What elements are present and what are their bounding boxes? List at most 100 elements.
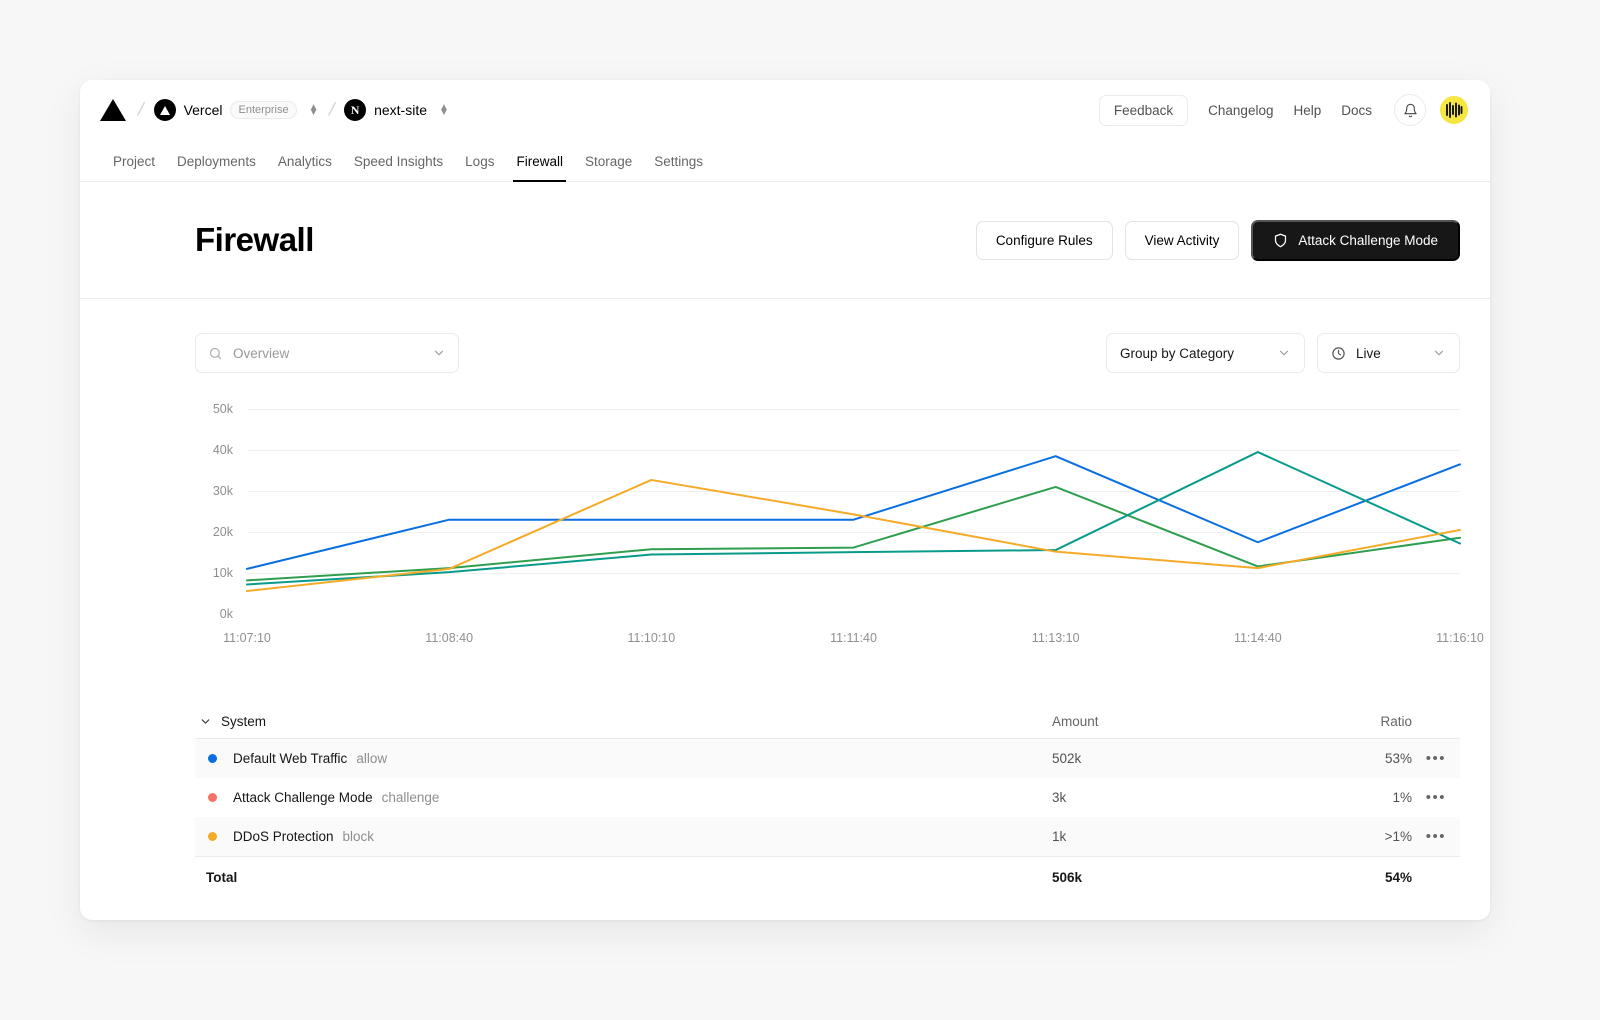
- rule-ratio: 53%: [1292, 751, 1412, 766]
- chevron-down-icon[interactable]: [1432, 346, 1446, 360]
- group-by-label: Group by Category: [1120, 346, 1267, 361]
- project-name: next-site: [374, 102, 427, 118]
- total-label: Total: [195, 870, 1052, 885]
- chevron-down-icon[interactable]: [432, 346, 446, 360]
- page-content: Overview Group by Category Live: [80, 299, 1490, 898]
- nav-tabs: Project Deployments Analytics Speed Insi…: [80, 140, 1490, 182]
- column-header-ratio: Ratio: [1292, 714, 1412, 729]
- table-body: Default Web Trafficallow502k53%•••Attack…: [195, 739, 1460, 856]
- rule-ratio: 1%: [1292, 790, 1412, 805]
- rule-name-cell: Attack Challenge Mode challenge: [233, 790, 1052, 805]
- help-link[interactable]: Help: [1293, 103, 1321, 118]
- x-tick-label: 11:07:10: [223, 631, 271, 645]
- y-tick-label: 10k: [213, 566, 233, 580]
- rule-name: Default Web Traffic: [233, 751, 347, 766]
- rule-name-cell: DDoS Protectionblock: [233, 829, 1052, 844]
- rule-name-cell: Default Web Trafficallow: [233, 751, 1052, 766]
- user-avatar[interactable]: [1440, 96, 1468, 124]
- bell-icon: [1403, 103, 1418, 118]
- column-header-amount: Amount: [1052, 714, 1292, 729]
- chevron-down-icon[interactable]: [1277, 346, 1291, 360]
- y-tick-label: 50k: [213, 402, 233, 416]
- rule-action: challenge: [382, 790, 440, 805]
- changelog-link[interactable]: Changelog: [1208, 103, 1273, 118]
- rule-name: DDoS Protection: [233, 829, 334, 844]
- row-actions-button[interactable]: •••: [1412, 828, 1460, 845]
- x-tick-label: 11:10:10: [627, 631, 675, 645]
- docs-link[interactable]: Docs: [1341, 103, 1372, 118]
- y-tick-label: 30k: [213, 484, 233, 498]
- x-tick-label: 11:13:10: [1032, 631, 1080, 645]
- tab-analytics[interactable]: Analytics: [267, 154, 343, 181]
- table-header: System Amount Ratio: [195, 705, 1460, 739]
- feedback-button[interactable]: Feedback: [1099, 95, 1188, 126]
- table-row[interactable]: Attack Challenge Modechallenge3k1%•••: [195, 778, 1460, 817]
- tab-storage[interactable]: Storage: [574, 154, 643, 181]
- x-tick-label: 11:14:40: [1234, 631, 1282, 645]
- breadcrumb-team[interactable]: Vercel Enterprise ▲▼: [154, 99, 319, 121]
- shield-icon: [1273, 233, 1288, 248]
- filter-row: Overview Group by Category Live: [195, 299, 1460, 373]
- search-icon: [208, 346, 223, 361]
- rule-name: Attack Challenge Mode: [233, 790, 373, 805]
- column-header-system: System: [221, 714, 1052, 729]
- y-tick-label: 0k: [220, 607, 233, 621]
- rule-amount: 1k: [1052, 829, 1292, 844]
- time-range-select[interactable]: Live: [1317, 333, 1460, 373]
- time-range-label: Live: [1356, 346, 1422, 361]
- firewall-table: System Amount Ratio Default Web Traffica…: [195, 705, 1460, 898]
- plan-badge: Enterprise: [230, 101, 296, 119]
- page-title: Firewall: [195, 221, 314, 259]
- breadcrumb-separator: /: [136, 98, 146, 122]
- notifications-button[interactable]: [1394, 94, 1426, 126]
- right-filters: Group by Category Live: [1106, 333, 1460, 373]
- group-collapse-icon[interactable]: [195, 715, 215, 728]
- tab-speed-insights[interactable]: Speed Insights: [343, 154, 454, 181]
- row-actions-button[interactable]: •••: [1412, 789, 1460, 806]
- search-input[interactable]: Overview: [195, 333, 459, 373]
- breadcrumb-project[interactable]: N next-site ▲▼: [344, 99, 449, 121]
- tab-deployments[interactable]: Deployments: [166, 154, 267, 181]
- team-avatar-icon: [154, 99, 176, 121]
- tab-logs[interactable]: Logs: [454, 154, 505, 181]
- chart-y-axis: 0k10k20k30k40k50k: [195, 409, 233, 614]
- series-color-dot: [208, 832, 217, 841]
- table-row[interactable]: Default Web Trafficallow502k53%•••: [195, 739, 1460, 778]
- page-header: Firewall Configure Rules View Activity A…: [80, 182, 1490, 299]
- row-actions-button[interactable]: •••: [1412, 750, 1460, 767]
- group-by-select[interactable]: Group by Category: [1106, 333, 1305, 373]
- x-tick-label: 11:08:40: [425, 631, 473, 645]
- table-total-row: Total 506k 54%: [195, 856, 1460, 898]
- vercel-logo-icon[interactable]: [100, 99, 126, 121]
- x-tick-label: 11:16:10: [1436, 631, 1484, 645]
- clock-icon: [1331, 346, 1346, 361]
- team-name: Vercel: [184, 102, 223, 118]
- top-bar: / Vercel Enterprise ▲▼ / N next-site ▲▼ …: [80, 80, 1490, 140]
- breadcrumb-separator-2: /: [326, 98, 336, 122]
- project-avatar-icon: N: [344, 99, 366, 121]
- traffic-chart: 0k10k20k30k40k50k 11:07:1011:08:4011:10:…: [195, 409, 1460, 659]
- page-header-actions: Configure Rules View Activity Attack Cha…: [976, 220, 1460, 261]
- view-activity-button[interactable]: View Activity: [1125, 221, 1240, 260]
- user-avatar-icon: [1440, 96, 1468, 124]
- series-color-dot: [208, 793, 217, 802]
- tab-project[interactable]: Project: [102, 154, 166, 181]
- y-tick-label: 40k: [213, 443, 233, 457]
- series-color-dot: [208, 754, 217, 763]
- chart-plot-area: [247, 409, 1460, 614]
- attack-challenge-mode-label: Attack Challenge Mode: [1298, 233, 1438, 248]
- x-tick-label: 11:11:40: [830, 631, 877, 645]
- table-row[interactable]: DDoS Protectionblock1k>1%•••: [195, 817, 1460, 856]
- search-placeholder: Overview: [233, 346, 422, 361]
- tab-firewall[interactable]: Firewall: [505, 154, 574, 181]
- attack-challenge-mode-button[interactable]: Attack Challenge Mode: [1251, 220, 1460, 261]
- y-tick-label: 20k: [213, 525, 233, 539]
- team-switcher-icon[interactable]: ▲▼: [309, 105, 319, 116]
- rule-amount: 502k: [1052, 751, 1292, 766]
- project-switcher-icon[interactable]: ▲▼: [439, 105, 449, 116]
- configure-rules-button[interactable]: Configure Rules: [976, 221, 1113, 260]
- tab-settings[interactable]: Settings: [643, 154, 714, 181]
- app-window: / Vercel Enterprise ▲▼ / N next-site ▲▼ …: [80, 80, 1490, 920]
- chart-x-axis: 11:07:1011:08:4011:10:1011:11:4011:13:10…: [247, 631, 1460, 651]
- rule-ratio: >1%: [1292, 829, 1412, 844]
